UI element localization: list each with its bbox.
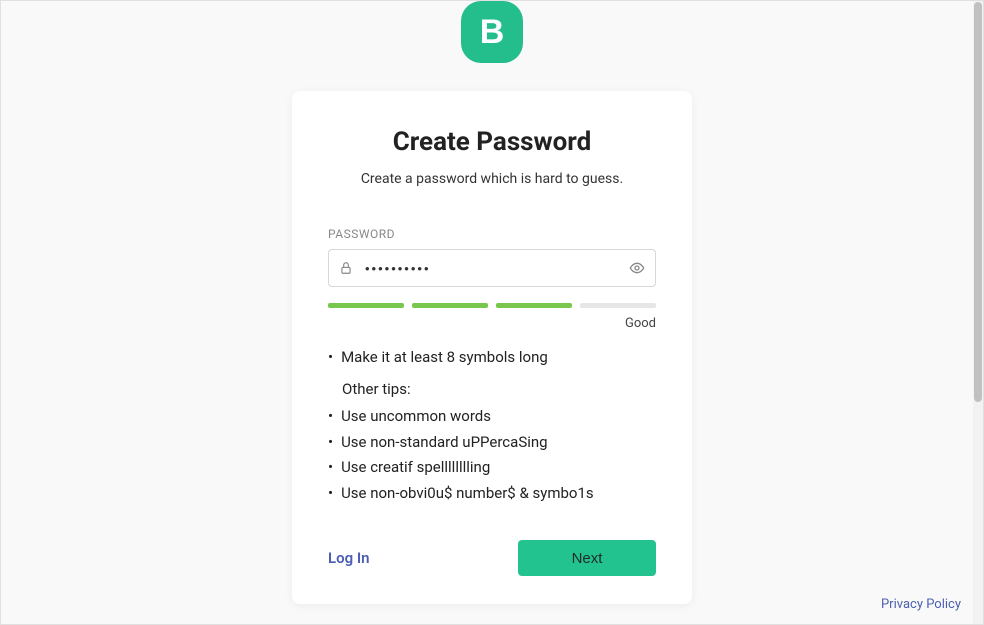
strength-segment: [328, 303, 404, 308]
lock-icon: [339, 261, 353, 275]
tip-item: Use non-standard uPPercaSing: [328, 430, 656, 456]
tip-text: Use non-standard uPPercaSing: [341, 430, 548, 456]
tip-text: Make it at least 8 symbols long: [341, 345, 548, 371]
password-input-wrap[interactable]: [328, 249, 656, 287]
password-input[interactable]: [365, 261, 619, 276]
page-title: Create Password: [328, 127, 656, 157]
logo-letter: B: [480, 13, 505, 52]
scrollbar-track[interactable]: [973, 1, 983, 624]
password-tips: Make it at least 8 symbols long Other ti…: [328, 345, 656, 506]
other-tips-label: Other tips:: [342, 377, 656, 403]
app-viewport: B Create Password Create a password whic…: [0, 0, 984, 625]
next-button[interactable]: Next: [518, 540, 656, 576]
strength-label: Good: [328, 316, 656, 331]
tip-item: Use creatif spelllllllling: [328, 455, 656, 481]
privacy-policy-link[interactable]: Privacy Policy: [881, 597, 961, 612]
tip-text: Use uncommon words: [341, 404, 491, 430]
tip-item: Use non-obvi0u$ number$ & symbo1s: [328, 481, 656, 507]
strength-segment: [496, 303, 572, 308]
create-password-card: Create Password Create a password which …: [292, 91, 692, 604]
tip-text: Use creatif spelllllllling: [341, 455, 490, 481]
strength-segment: [580, 303, 656, 308]
scrollbar-thumb[interactable]: [974, 2, 982, 402]
login-link[interactable]: Log In: [328, 549, 370, 567]
tip-text: Use non-obvi0u$ number$ & symbo1s: [341, 481, 594, 507]
eye-icon[interactable]: [629, 260, 645, 276]
strength-segment: [412, 303, 488, 308]
tip-main: Make it at least 8 symbols long: [328, 345, 656, 371]
actions-row: Log In Next: [328, 540, 656, 576]
password-strength-meter: [328, 303, 656, 308]
password-label: PASSWORD: [328, 227, 656, 241]
page-subtitle: Create a password which is hard to guess…: [328, 171, 656, 187]
tip-item: Use uncommon words: [328, 404, 656, 430]
app-logo: B: [461, 1, 523, 63]
